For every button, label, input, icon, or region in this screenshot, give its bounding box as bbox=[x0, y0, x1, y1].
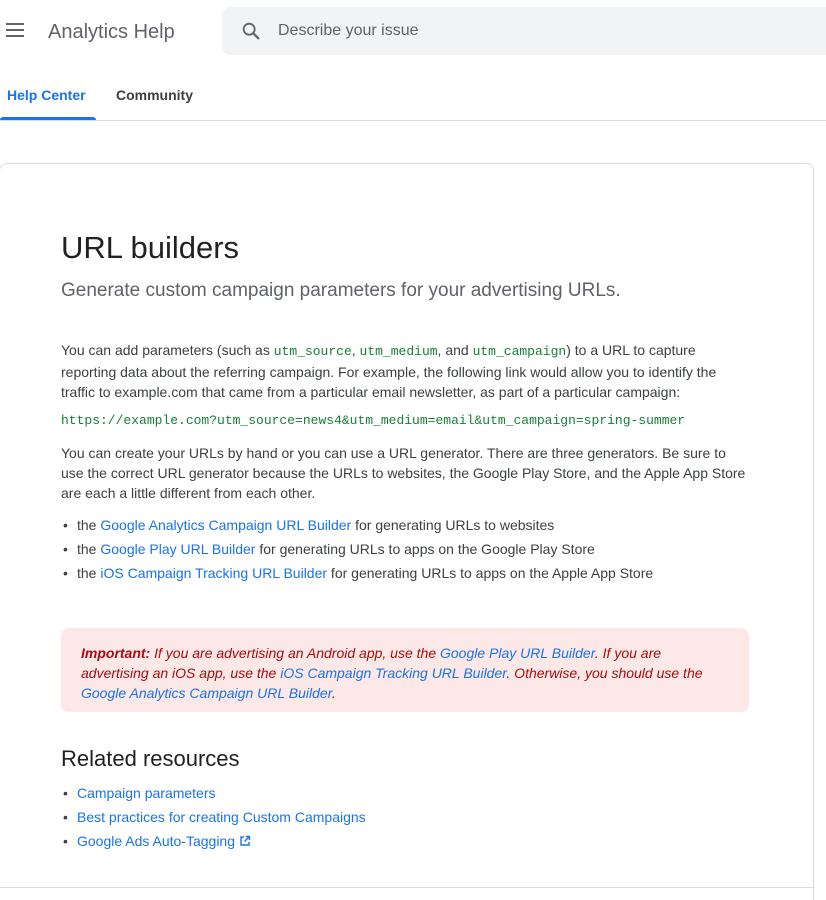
list-item-prefix: the bbox=[77, 517, 101, 533]
search-icon[interactable] bbox=[240, 20, 262, 42]
notice-label: Important: bbox=[81, 645, 151, 661]
list-item-suffix: for generating URLs to websites bbox=[351, 517, 555, 533]
search-input[interactable] bbox=[278, 17, 818, 45]
card-divider bbox=[0, 887, 814, 888]
link-best-practices[interactable]: Best practices for creating Custom Campa… bbox=[77, 809, 366, 825]
list-item: the Google Analytics Campaign URL Builde… bbox=[61, 515, 653, 539]
notice-link-google-play[interactable]: Google Play URL Builder bbox=[440, 645, 595, 661]
important-notice: Important: If you are advertising an And… bbox=[61, 628, 749, 712]
intro-text: , and bbox=[437, 342, 473, 358]
link-google-play-url-builder[interactable]: Google Play URL Builder bbox=[100, 541, 255, 557]
notice-text: . Otherwise, you should use the bbox=[506, 665, 703, 681]
intro-text: You can add parameters (such as bbox=[61, 342, 274, 358]
link-ios-campaign-tracking-url-builder[interactable]: iOS Campaign Tracking URL Builder bbox=[100, 565, 327, 581]
list-item-prefix: the bbox=[77, 565, 101, 581]
intro-paragraph: You can add parameters (such as utm_sour… bbox=[61, 340, 751, 402]
notice-link-ga-campaign[interactable]: Google Analytics Campaign URL Builder bbox=[81, 685, 332, 701]
tab-help-center[interactable]: Help Center bbox=[7, 87, 86, 103]
notice-text: . bbox=[331, 685, 336, 701]
generators-paragraph: You can create your URLs by hand or you … bbox=[61, 445, 746, 501]
list-item-prefix: the bbox=[77, 541, 101, 557]
code-utm-medium: utm_medium bbox=[359, 344, 438, 359]
link-google-ads-auto-tagging[interactable]: Google Ads Auto-Tagging bbox=[77, 833, 235, 849]
code-utm-campaign: utm_campaign bbox=[472, 344, 567, 359]
external-link-icon[interactable] bbox=[239, 835, 251, 847]
active-tab-indicator bbox=[0, 117, 96, 120]
list-item: Google Ads Auto-Tagging bbox=[61, 831, 366, 855]
search-bar[interactable] bbox=[222, 7, 826, 55]
list-item: Best practices for creating Custom Campa… bbox=[61, 807, 366, 831]
list-item: the Google Play URL Builder for generati… bbox=[61, 539, 653, 563]
list-item: Campaign parameters bbox=[61, 783, 366, 807]
related-resources-heading: Related resources bbox=[61, 746, 240, 771]
app-title[interactable]: Analytics Help bbox=[48, 20, 175, 44]
notice-text: If you are advertising an Android app, u… bbox=[150, 645, 440, 661]
list-item-suffix: for generating URLs to apps on the Apple… bbox=[327, 565, 654, 581]
generators-list: the Google Analytics Campaign URL Builde… bbox=[61, 515, 653, 587]
list-item: the iOS Campaign Tracking URL Builder fo… bbox=[61, 563, 653, 587]
related-resources-list: Campaign parameters Best practices for c… bbox=[61, 783, 366, 855]
link-ga-campaign-url-builder[interactable]: Google Analytics Campaign URL Builder bbox=[100, 517, 351, 533]
code-utm-source: utm_source bbox=[273, 344, 352, 359]
top-bar: Analytics Help bbox=[0, 0, 826, 62]
hamburger-menu-icon[interactable] bbox=[6, 23, 26, 39]
link-campaign-parameters[interactable]: Campaign parameters bbox=[77, 785, 216, 801]
nav-tabs: Help Center Community bbox=[0, 72, 826, 121]
example-url-code: https://example.com?utm_source=news4&utm… bbox=[61, 413, 686, 428]
page-subtitle: Generate custom campaign parameters for … bbox=[61, 280, 621, 301]
intro-text: , bbox=[351, 342, 360, 358]
page-title: URL builders bbox=[61, 230, 240, 265]
tab-community[interactable]: Community bbox=[116, 87, 193, 103]
list-item-suffix: for generating URLs to apps on the Googl… bbox=[255, 541, 595, 557]
notice-link-ios-campaign[interactable]: iOS Campaign Tracking URL Builder bbox=[280, 665, 506, 681]
